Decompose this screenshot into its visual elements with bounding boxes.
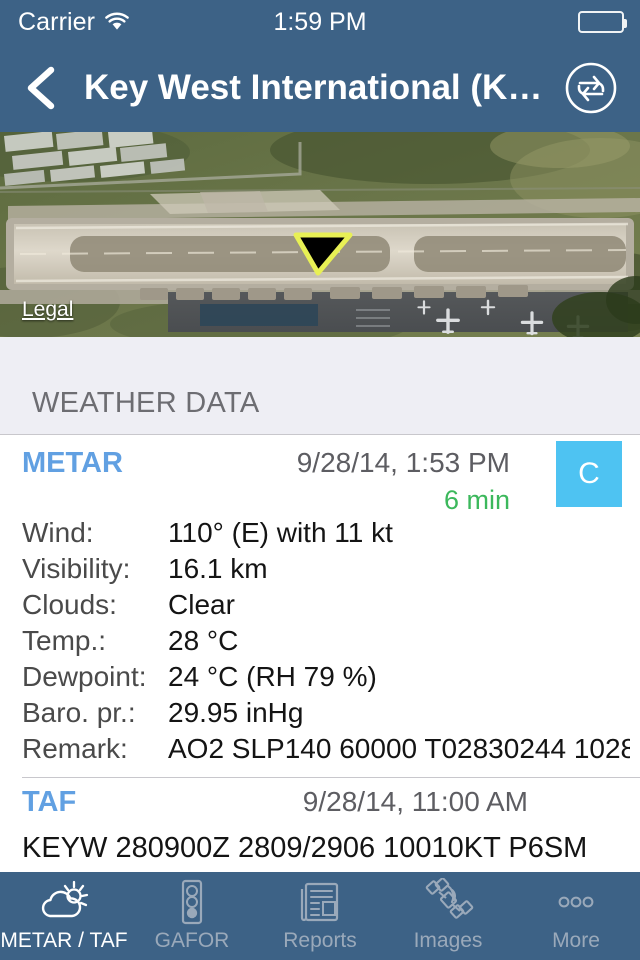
tab-label: Reports bbox=[283, 929, 357, 952]
aircraft-position-marker-icon bbox=[293, 232, 353, 276]
tab-label: More bbox=[552, 929, 600, 952]
tab-images[interactable]: Images bbox=[384, 872, 512, 960]
metar-rows: Wind: 110° (E) with 11 kt Visibility: 16… bbox=[0, 517, 640, 777]
metar-card[interactable]: METAR 9/28/14, 1:53 PM 6 min C Wind: 110… bbox=[0, 435, 640, 777]
table-row: Wind: 110° (E) with 11 kt bbox=[0, 517, 640, 553]
table-row: Dewpoint: 24 °C (RH 79 %) bbox=[0, 661, 640, 697]
row-value: Clear bbox=[168, 589, 235, 620]
tab-more[interactable]: More bbox=[512, 872, 640, 960]
row-value: 24 °C (RH 79 %) bbox=[168, 661, 377, 692]
newspaper-icon bbox=[292, 878, 348, 926]
row-value: 16.1 km bbox=[168, 553, 268, 584]
metar-flight-category-badge: C bbox=[556, 441, 622, 507]
taf-timestamp: 9/28/14, 11:00 AM bbox=[302, 786, 528, 817]
sun-cloud-icon bbox=[36, 878, 92, 926]
row-label: Clouds: bbox=[22, 589, 117, 620]
tab-label: METAR / TAF bbox=[0, 929, 128, 952]
metar-type-label: METAR bbox=[22, 447, 123, 479]
row-label: Baro. pr.: bbox=[22, 697, 136, 728]
navigation-bar: Key West International (K… bbox=[0, 44, 640, 132]
refresh-circle-icon bbox=[565, 62, 617, 114]
tab-bar: METAR / TAF GAFOR Reports Images More bbox=[0, 872, 640, 960]
taf-card-header: TAF 9/28/14, 11:00 AM bbox=[0, 778, 640, 826]
ellipsis-icon bbox=[548, 878, 604, 926]
satellite-icon bbox=[420, 878, 476, 926]
weather-data-section-header: WEATHER DATA bbox=[0, 337, 640, 435]
traffic-light-icon bbox=[164, 878, 220, 926]
metar-card-header: METAR 9/28/14, 1:53 PM 6 min C bbox=[0, 435, 640, 517]
taf-card[interactable]: TAF 9/28/14, 11:00 AM KEYW 280900Z 2809/… bbox=[0, 778, 640, 865]
chevron-left-icon bbox=[27, 66, 55, 110]
tab-metar-taf[interactable]: METAR / TAF bbox=[0, 872, 128, 960]
status-bar: Carrier 1:59 PM bbox=[0, 0, 640, 44]
taf-type-label: TAF bbox=[22, 786, 77, 818]
row-label: Remark: bbox=[22, 733, 128, 764]
table-row: Clouds: Clear bbox=[0, 589, 640, 625]
tab-label: GAFOR bbox=[154, 929, 230, 952]
table-row: Temp.: 28 °C bbox=[0, 625, 640, 661]
map-legal-link[interactable]: Legal bbox=[22, 298, 73, 322]
row-value: 110° (E) with 11 kt bbox=[168, 517, 393, 548]
row-label: Temp.: bbox=[22, 625, 107, 656]
row-label: Visibility: bbox=[22, 553, 131, 584]
table-row: Remark: AO2 SLP140 60000 T02830244 10289… bbox=[0, 733, 640, 769]
airport-satellite-map[interactable]: Legal bbox=[0, 132, 640, 337]
metar-timestamp: 9/28/14, 1:53 PM bbox=[296, 447, 510, 478]
row-label: Dewpoint: bbox=[22, 661, 147, 692]
weather-data-list[interactable]: METAR 9/28/14, 1:53 PM 6 min C Wind: 110… bbox=[0, 435, 640, 880]
row-value: 28 °C bbox=[168, 625, 239, 656]
row-value: 29.95 inHg bbox=[168, 697, 304, 728]
metar-age: 6 min bbox=[443, 485, 510, 515]
page-title: Key West International (K… bbox=[84, 68, 543, 107]
table-row: Visibility: 16.1 km bbox=[0, 553, 640, 589]
section-title: WEATHER DATA bbox=[32, 387, 260, 419]
tab-gafor[interactable]: GAFOR bbox=[128, 872, 256, 960]
row-label: Wind: bbox=[22, 517, 94, 548]
table-row: Baro. pr.: 29.95 inHg bbox=[0, 697, 640, 733]
battery-full-icon bbox=[578, 0, 627, 44]
tab-reports[interactable]: Reports bbox=[256, 872, 384, 960]
status-bar-clock: 1:59 PM bbox=[273, 7, 367, 36]
row-value: AO2 SLP140 60000 T02830244 10289… bbox=[168, 733, 630, 764]
tab-label: Images bbox=[413, 929, 483, 952]
refresh-button[interactable] bbox=[564, 61, 618, 115]
app-root: Carrier 1:59 PM Key West International (… bbox=[0, 0, 640, 960]
back-button[interactable] bbox=[14, 58, 68, 118]
taf-raw-text: KEYW 280900Z 2809/2906 10010KT P6SM bbox=[22, 832, 588, 864]
